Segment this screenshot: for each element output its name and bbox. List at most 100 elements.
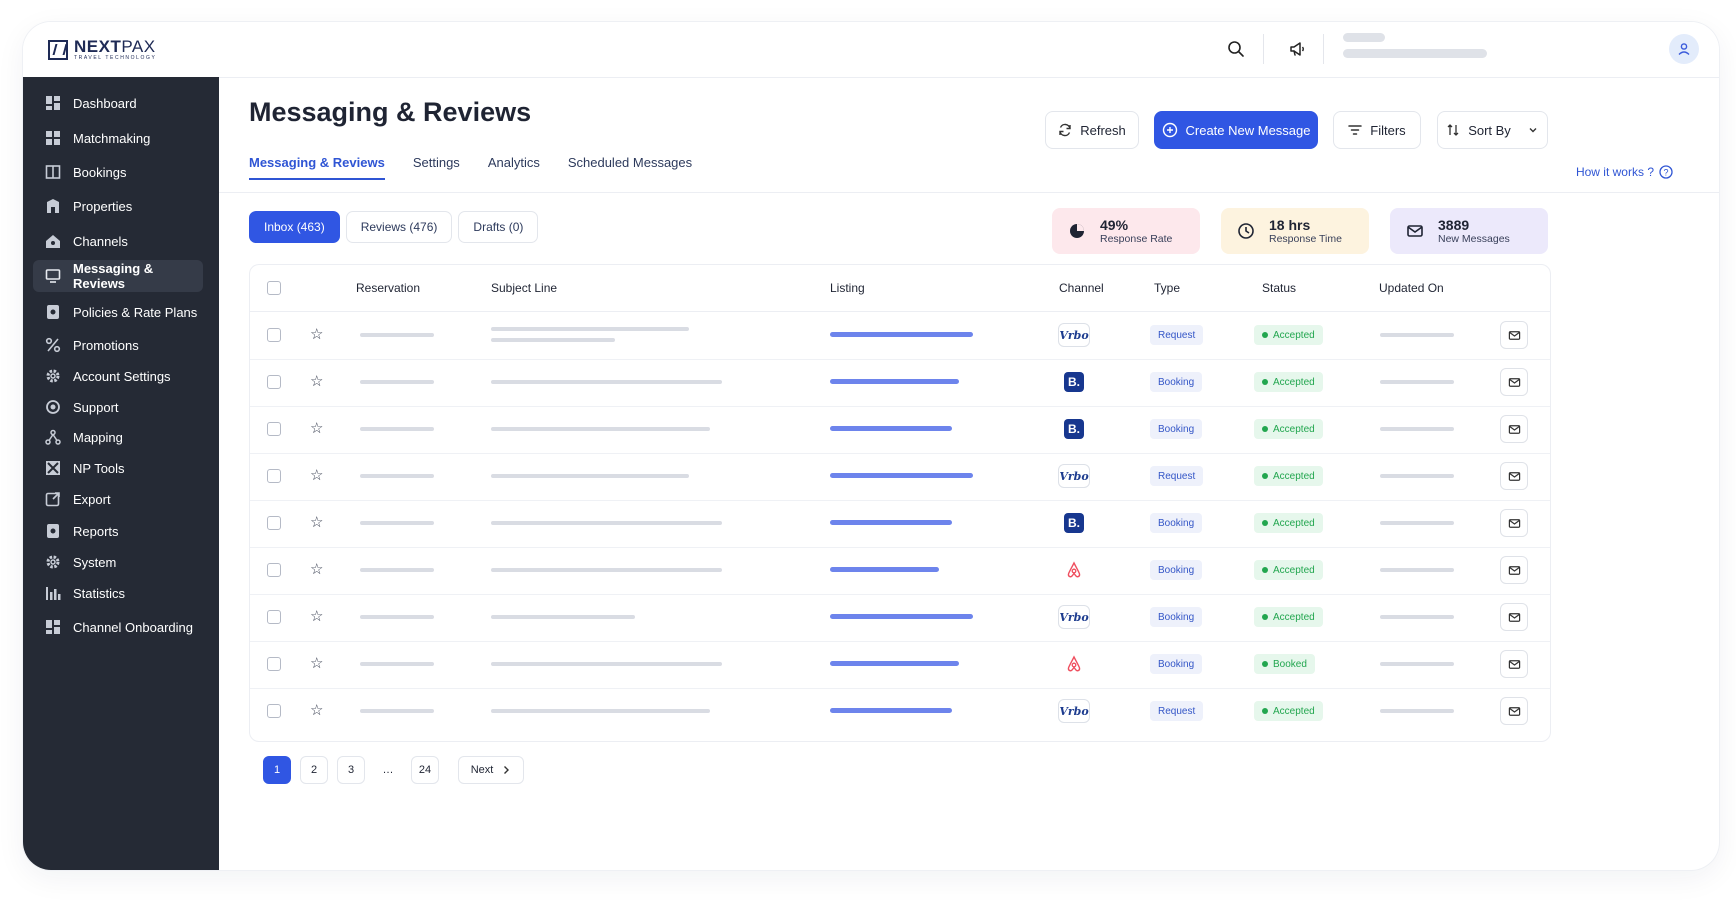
row-checkbox[interactable] [267,422,281,436]
top-bar: NEXTPAX TRAVEL TECHNOLOGY [23,22,1719,78]
mail-icon[interactable] [1500,321,1528,349]
sidebar-item-support[interactable]: Support [33,391,203,423]
how-it-works-link[interactable]: How it works ? ? [1576,165,1673,179]
page-3-button[interactable]: 3 [337,756,365,784]
search-icon[interactable] [1225,38,1247,60]
listing-placeholder[interactable] [830,426,952,431]
next-page-button[interactable]: Next [458,756,524,784]
table-row[interactable]: ☆ B. Booking Accepted [250,406,1550,454]
listing-placeholder[interactable] [830,708,952,713]
star-icon[interactable]: ☆ [310,562,323,577]
listing-placeholder[interactable] [830,332,973,337]
table-row[interactable]: ☆ B. Booking Accepted [250,500,1550,548]
table-row[interactable]: ☆ Booking Booked [250,641,1550,689]
sidebar-item-properties[interactable]: Properties [33,190,203,222]
row-checkbox[interactable] [267,328,281,342]
mail-icon[interactable] [1500,368,1528,396]
sidebar-item-policies-rate-plans[interactable]: Policies & Rate Plans [33,296,203,328]
sidebar-item-system[interactable]: System [33,546,203,578]
listing-placeholder[interactable] [830,567,939,572]
column-header-status[interactable]: Status [1262,281,1296,295]
mail-icon[interactable] [1500,415,1528,443]
table-row[interactable]: ☆ Vrbo Request Accepted [250,312,1550,360]
listing-placeholder[interactable] [830,661,959,666]
mail-icon[interactable] [1500,650,1528,678]
type-badge: Request [1150,466,1204,486]
row-checkbox[interactable] [267,469,281,483]
user-avatar[interactable] [1669,34,1699,64]
channel-vrbo-icon: Vrbo [1058,323,1090,347]
tab-analytics[interactable]: Analytics [488,155,540,180]
star-icon[interactable]: ☆ [310,703,323,718]
table-row[interactable]: ☆ Booking Accepted [250,547,1550,595]
row-checkbox[interactable] [267,375,281,389]
megaphone-icon[interactable] [1286,38,1308,60]
star-icon[interactable]: ☆ [310,421,323,436]
tab-settings[interactable]: Settings [413,155,460,180]
sidebar-item-label: Dashboard [73,95,137,111]
column-header-updated-on[interactable]: Updated On [1379,281,1444,295]
column-header-listing[interactable]: Listing [830,281,865,295]
tab-scheduled-messages[interactable]: Scheduled Messages [568,155,692,180]
create-new-message-button[interactable]: Create New Message [1154,111,1318,149]
subtab-inbox[interactable]: Inbox (463) [249,211,340,243]
star-icon[interactable]: ☆ [310,327,323,342]
star-icon[interactable]: ☆ [310,515,323,530]
page-2-button[interactable]: 2 [300,756,328,784]
listing-placeholder[interactable] [830,473,973,478]
table-row[interactable]: ☆ Vrbo Request Accepted [250,453,1550,501]
star-icon[interactable]: ☆ [310,609,323,624]
mail-icon[interactable] [1500,697,1528,725]
row-checkbox[interactable] [267,516,281,530]
sidebar-item-matchmaking[interactable]: Matchmaking [33,122,203,154]
column-header-reservation[interactable]: Reservation [356,281,420,295]
stat-value: 49% [1100,216,1129,233]
listing-placeholder[interactable] [830,614,973,619]
mail-icon[interactable] [1500,509,1528,537]
sidebar-item-statistics[interactable]: Statistics [33,577,203,609]
subtab-reviews[interactable]: Reviews (476) [345,211,453,243]
sidebar-item-bookings[interactable]: Bookings [33,156,203,188]
sidebar-item-export[interactable]: Export [33,483,203,515]
page-1-button[interactable]: 1 [263,756,291,784]
sidebar-item-messaging-reviews[interactable]: Messaging & Reviews [33,260,203,292]
column-header-channel[interactable]: Channel [1059,281,1104,295]
nextpax-logo[interactable]: NEXTPAX TRAVEL TECHNOLOGY [48,38,156,61]
filters-button[interactable]: Filters [1333,111,1421,149]
subject-placeholder [491,474,689,478]
table-row[interactable]: ☆ B. Booking Accepted [250,359,1550,407]
sidebar-item-account-settings[interactable]: Account Settings [33,360,203,392]
column-header-subject-line[interactable]: Subject Line [491,281,557,295]
sidebar: Dashboard Matchmaking Bookings Propertie… [23,77,219,870]
listing-placeholder[interactable] [830,379,959,384]
listing-placeholder[interactable] [830,520,952,525]
tab-messaging-reviews[interactable]: Messaging & Reviews [249,155,385,180]
subject-placeholder [491,662,722,666]
refresh-button[interactable]: Refresh [1045,111,1139,149]
sidebar-item-channels[interactable]: Channels [33,225,203,257]
table-row[interactable]: ☆ Vrbo Request Accepted [250,688,1550,735]
sidebar-item-dashboard[interactable]: Dashboard [33,87,203,119]
sidebar-item-reports[interactable]: Reports [33,515,203,547]
page-24-button[interactable]: 24 [411,756,439,784]
star-icon[interactable]: ☆ [310,656,323,671]
mail-icon[interactable] [1500,462,1528,490]
sidebar-item-mapping[interactable]: Mapping [33,421,203,453]
column-header-type[interactable]: Type [1154,281,1180,295]
star-icon[interactable]: ☆ [310,374,323,389]
row-checkbox[interactable] [267,704,281,718]
sidebar-item-promotions[interactable]: Promotions [33,329,203,361]
mail-icon[interactable] [1500,556,1528,584]
table-row[interactable]: ☆ Vrbo Booking Accepted [250,594,1550,642]
sidebar-item-np-tools[interactable]: NP Tools [33,452,203,484]
sidebar-item-channel-onboarding[interactable]: Channel Onboarding [33,611,203,643]
star-icon[interactable]: ☆ [310,468,323,483]
sort-by-dropdown[interactable]: Sort By [1437,111,1548,149]
mail-icon[interactable] [1500,603,1528,631]
subtab-drafts[interactable]: Drafts (0) [458,211,539,243]
svg-text:?: ? [1663,168,1668,178]
row-checkbox[interactable] [267,657,281,671]
row-checkbox[interactable] [267,563,281,577]
select-all-checkbox[interactable] [267,281,281,295]
row-checkbox[interactable] [267,610,281,624]
